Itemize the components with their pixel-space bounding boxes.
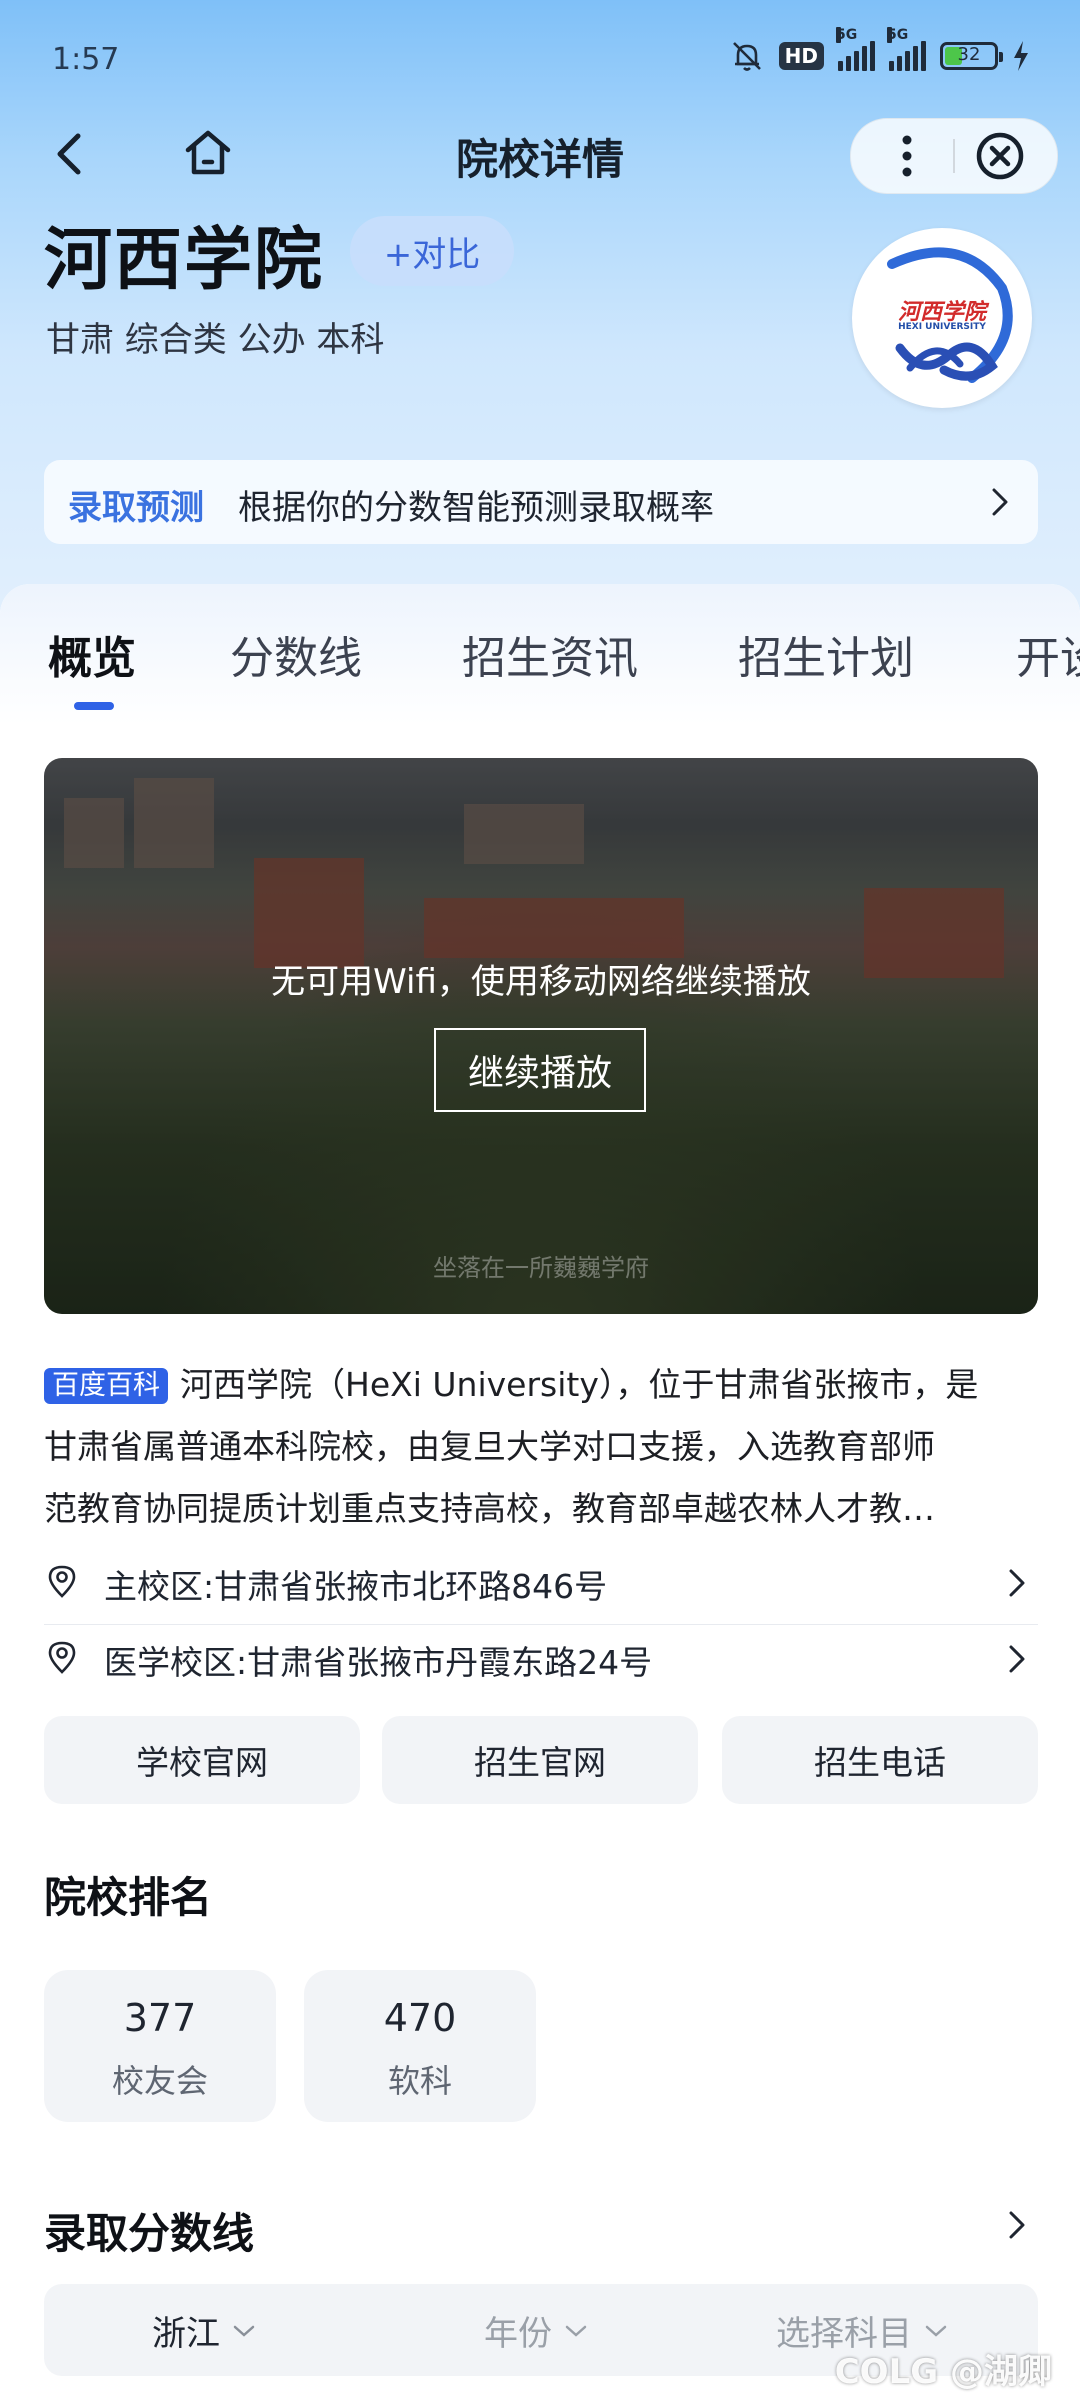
school-name: 河西学院 <box>44 221 325 300</box>
status-bar: 1:57 HD 5G 5G 32 <box>0 0 1080 120</box>
province-filter-label: 浙江 <box>152 2314 220 2354</box>
content-card: 概览 分数线 招生资讯 招生计划 开设专业 无可用Wifi，使用移动网络继续播放… <box>0 584 1080 2400</box>
school-tags: 甘肃 综合类 公办 本科 <box>46 320 385 360</box>
status-time: 1:57 <box>52 42 120 77</box>
close-circle-icon[interactable] <box>973 129 1027 183</box>
logo-subtext: HEXI UNIVERSITY <box>898 322 986 332</box>
rank-card-shanghai[interactable]: 470 软科 <box>304 1970 536 2122</box>
admission-predict-banner[interactable]: 录取预测 根据你的分数智能预测录取概率 <box>44 460 1038 544</box>
video-network-message: 无可用Wifi，使用移动网络继续播放 <box>271 962 811 1002</box>
rank-value: 470 <box>383 1996 457 2040</box>
school-website-button[interactable]: 学校官网 <box>44 1716 360 1804</box>
address-text: 医学校区:甘肃省张掖市丹霞东路24号 <box>104 1643 653 1682</box>
charging-icon <box>1014 41 1028 71</box>
chevron-down-icon <box>233 2325 255 2337</box>
mute-bell-icon <box>732 42 761 71</box>
intro-line-1: 河西学院（HeXi University），位于甘肃省张掖市，是 <box>180 1365 979 1404</box>
intro-line-2: 甘肃省属普通本科院校，由复旦大学对口支援，入选教育部师 <box>44 1427 935 1466</box>
tab-indicator <box>74 702 114 710</box>
tab-overview[interactable]: 概览 <box>48 622 136 686</box>
province-filter[interactable]: 浙江 <box>152 2306 256 2355</box>
year-filter[interactable]: 年份 <box>484 2306 588 2355</box>
watermark: COLG @湖卿 <box>834 2352 1052 2392</box>
admission-website-button[interactable]: 招生官网 <box>382 1716 698 1804</box>
rank-card-alumni[interactable]: 377 校友会 <box>44 1970 276 2122</box>
tab-majors[interactable]: 开设专业 <box>1016 622 1080 686</box>
intro-line-3: 范教育协同提质计划重点支持高校，教育部卓越农林人才教… <box>44 1489 935 1528</box>
chevron-down-icon <box>565 2325 587 2337</box>
video-caption: 坐落在一所巍巍学府 <box>433 1254 649 1282</box>
more-button[interactable] <box>881 119 933 193</box>
location-pin-icon <box>48 1565 76 1598</box>
battery-icon: 32 <box>940 42 1003 70</box>
status-icons: HD 5G 5G 32 <box>729 27 1030 74</box>
chevron-right-icon <box>1009 1645 1025 1673</box>
hd-badge: HD <box>778 42 824 70</box>
predict-label: 录取预测 <box>68 488 204 528</box>
signal-icon-2: 5G <box>887 27 926 71</box>
tab-news[interactable]: 招生资讯 <box>462 622 638 686</box>
address-medical-campus[interactable]: 医学校区:甘肃省张掖市丹霞东路24号 <box>44 1620 1038 1694</box>
admission-phone-button[interactable]: 招生电话 <box>722 1716 1038 1804</box>
year-filter-label: 年份 <box>484 2314 552 2354</box>
chevron-right-icon[interactable] <box>1008 2210 1026 2240</box>
chevron-down-icon <box>925 2325 947 2337</box>
miniapp-capsule <box>850 118 1058 194</box>
capsule-divider <box>953 139 955 173</box>
tab-bar: 概览 分数线 招生资讯 招生计划 开设专业 <box>0 622 1080 702</box>
chevron-right-icon <box>992 488 1008 516</box>
ranking-title: 院校排名 <box>44 1873 213 1922</box>
tab-plan[interactable]: 招生计划 <box>738 622 914 686</box>
school-logo: 河西学院 HEXI UNIVERSITY <box>852 228 1032 408</box>
rank-source: 校友会 <box>111 2062 208 2100</box>
network-type-label-2: 5G <box>887 27 909 43</box>
score-line-title: 录取分数线 <box>44 2209 255 2258</box>
address-text: 主校区:甘肃省张掖市北环路846号 <box>104 1567 608 1606</box>
baike-badge: 百度百科 <box>44 1368 168 1404</box>
continue-play-button[interactable]: 继续播放 <box>434 1028 646 1112</box>
school-intro[interactable]: 百度百科 河西学院（HeXi University），位于甘肃省张掖市，是 甘肃省… <box>44 1354 1038 1540</box>
location-pin-icon <box>48 1641 76 1674</box>
chevron-right-icon <box>1009 1569 1025 1597</box>
battery-level: 32 <box>957 44 981 65</box>
more-vertical-icon <box>902 135 912 177</box>
signal-icon: 5G <box>836 27 875 71</box>
address-main-campus[interactable]: 主校区:甘肃省张掖市北环路846号 <box>44 1544 1038 1618</box>
predict-text: 根据你的分数智能预测录取概率 <box>238 488 714 528</box>
rank-value: 377 <box>123 1996 197 2040</box>
compare-button[interactable]: +对比 <box>350 216 514 286</box>
rank-source: 软科 <box>387 2062 452 2100</box>
video-player[interactable]: 无可用Wifi，使用移动网络继续播放 继续播放 坐落在一所巍巍学府 <box>44 758 1038 1314</box>
network-type-label: 5G <box>836 27 858 43</box>
tab-score-line[interactable]: 分数线 <box>230 622 362 686</box>
